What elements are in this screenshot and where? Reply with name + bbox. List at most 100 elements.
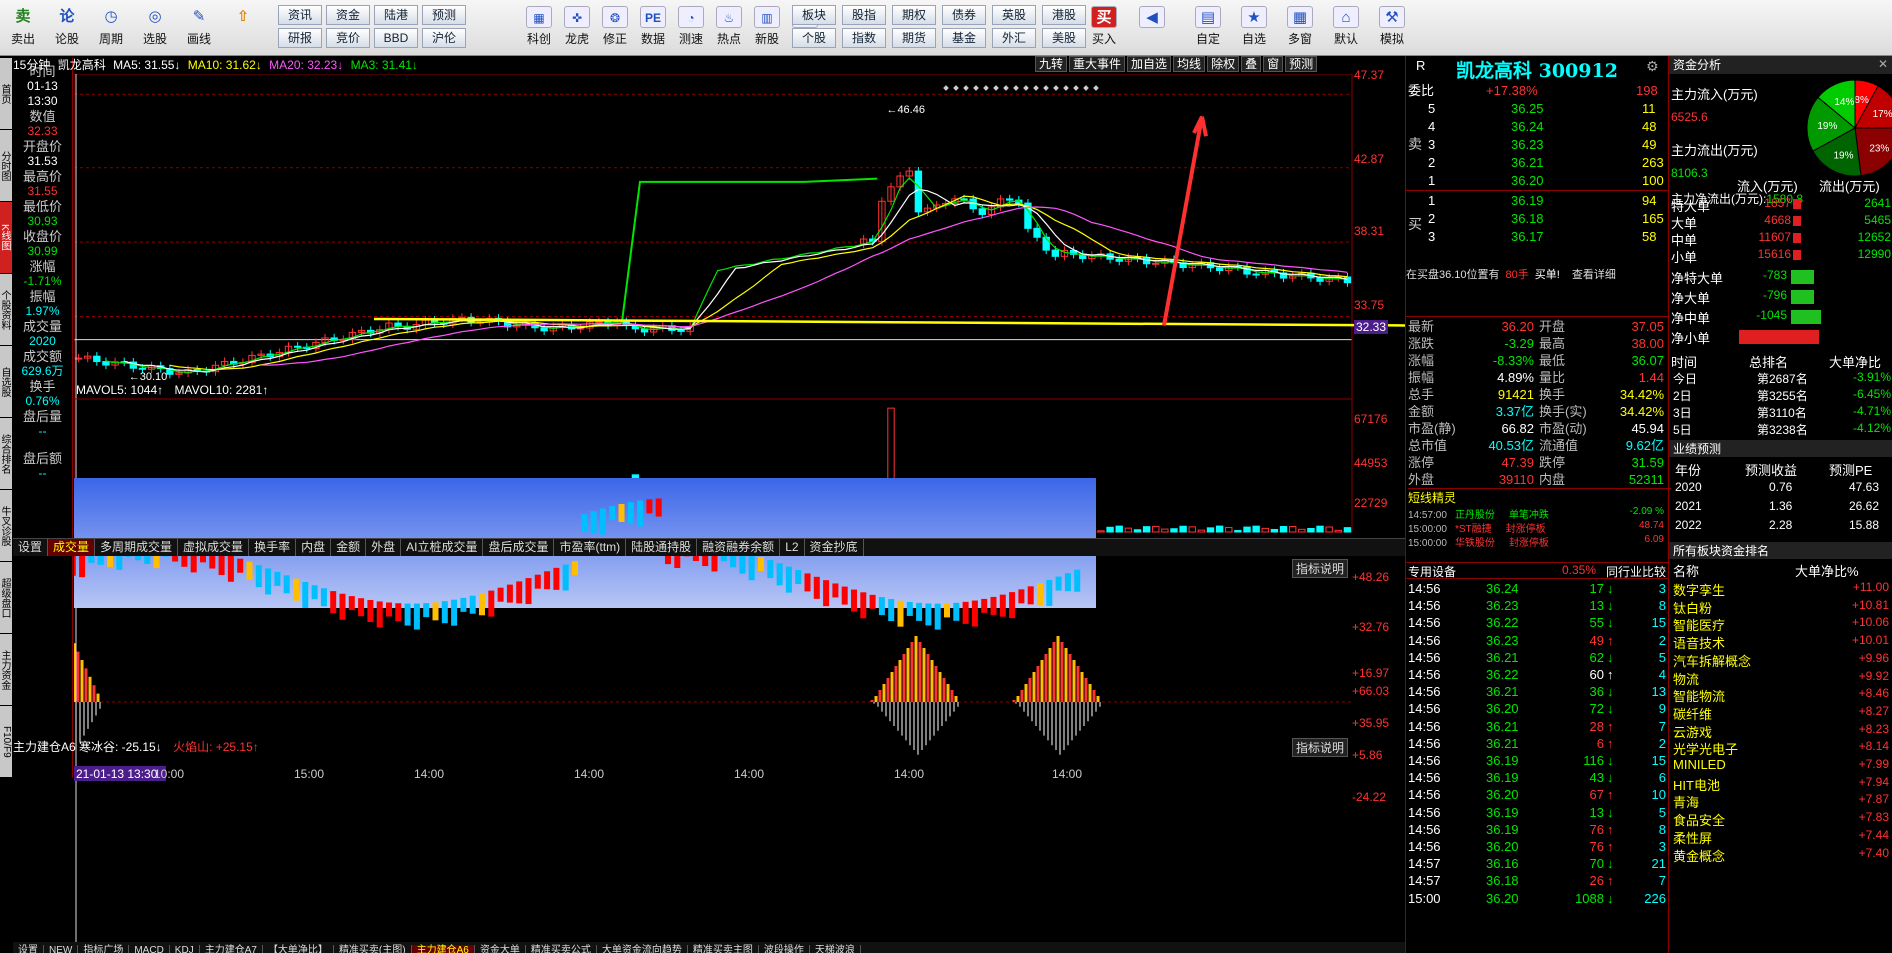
toolbar2-small-2[interactable]: 股指 — [842, 5, 886, 25]
volume-tab-0[interactable]: 设置 — [13, 539, 49, 556]
chart-header-btn-0[interactable]: 九转 — [1035, 56, 1068, 72]
volume-tab-2[interactable]: 多周期成交量 — [95, 539, 179, 556]
toolbar2-button-6[interactable]: ▥ 新股 — [748, 4, 786, 52]
volume-tab-1[interactable]: 成交量 — [48, 539, 96, 556]
left-tab-0[interactable]: 首页 — [0, 58, 12, 130]
toolbar2-button-4[interactable]: ◔ 测速 — [672, 4, 710, 52]
sector-name-8[interactable]: 云游戏 — [1673, 722, 1712, 741]
toolbar3-button-5[interactable]: ⌂ 默认 — [1324, 4, 1368, 52]
chart-header-btn-3[interactable]: 均线 — [1173, 56, 1206, 72]
toolbar2-button-2[interactable]: ❂ 修正 — [596, 4, 634, 52]
sector-name-4[interactable]: 汽车拆解概念 — [1673, 651, 1751, 670]
elves-title[interactable]: 短线精灵 — [1408, 488, 1671, 506]
toolbar2-small-8[interactable]: 英股 — [992, 5, 1036, 25]
period-label[interactable]: 15分钟 — [13, 58, 50, 72]
left-tab-9[interactable]: F10/F9 — [0, 706, 12, 778]
toolbar3-button-2[interactable]: ▤ 自定 — [1186, 4, 1230, 52]
ask-price-1[interactable]: 36.24 — [1511, 118, 1544, 135]
toolbar-small-6[interactable]: 预测 — [422, 5, 466, 25]
footer-tab-7[interactable]: 精准买卖(主图) — [334, 945, 412, 953]
volume-tab-4[interactable]: 换手率 — [249, 539, 297, 556]
indicator2-explain[interactable]: 指标说明 — [1292, 738, 1349, 757]
left-tab-2[interactable]: K线图 — [0, 202, 12, 274]
chart-header-btn-1[interactable]: 重大事件 — [1069, 56, 1126, 72]
left-tab-8[interactable]: 主力资金 — [0, 634, 12, 706]
sector-name-10[interactable]: MINILED — [1673, 757, 1726, 772]
left-tab-1[interactable]: 分时图 — [0, 130, 12, 202]
footer-tab-4[interactable]: KDJ — [170, 945, 200, 953]
toolbar2-small-1[interactable]: 个股 — [792, 28, 836, 48]
sector-name-13[interactable]: 食品安全 — [1673, 810, 1725, 829]
sector-name-5[interactable]: 物流 — [1673, 669, 1699, 688]
sector-name-14[interactable]: 柔性屏 — [1673, 828, 1712, 847]
chart-header-btn-4[interactable]: 除权 — [1207, 56, 1240, 72]
footer-tab-11[interactable]: 大单资金流向趋势 — [597, 945, 688, 953]
sector-name-3[interactable]: 语音技术 — [1673, 633, 1725, 652]
sector-name-15[interactable]: 黄金概念 — [1673, 846, 1725, 865]
toolbar-button-1[interactable]: 论论股 — [48, 4, 86, 52]
toolbar-button-0[interactable]: 卖卖出 — [4, 4, 42, 52]
chart-header-btn-5[interactable]: 叠 — [1241, 56, 1262, 72]
toolbar-small-0[interactable]: 资讯 — [278, 5, 322, 25]
sector-name-6[interactable]: 智能物流 — [1673, 686, 1725, 705]
footer-tab-9[interactable]: 资金大单 — [475, 945, 526, 953]
toolbar-button-2[interactable]: ◷ 周期 — [92, 4, 130, 52]
sector-name-0[interactable]: 数字孪生 — [1673, 580, 1725, 599]
chart-header-btn-6[interactable]: 窗 — [1263, 56, 1284, 72]
toolbar2-small-11[interactable]: 美股 — [1042, 28, 1086, 48]
footer-tab-2[interactable]: 指标广场 — [78, 945, 130, 953]
footer-tab-10[interactable]: 精准买卖公式 — [526, 945, 597, 953]
ask-price-0[interactable]: 36.25 — [1511, 100, 1544, 117]
notice-detail[interactable]: 查看详细 — [1572, 269, 1616, 281]
toolbar3-button-1[interactable]: ◀ — [1130, 4, 1174, 52]
indicator1-explain[interactable]: 指标说明 — [1292, 559, 1349, 578]
sector-name-12[interactable]: 青海 — [1673, 792, 1699, 811]
footer-tab-12[interactable]: 精准买卖主图 — [688, 945, 759, 953]
volume-tab-3[interactable]: 虚拟成交量 — [178, 539, 250, 556]
bid-price-1[interactable]: 36.18 — [1511, 210, 1544, 227]
ask-price-4[interactable]: 36.20 — [1511, 172, 1544, 189]
toolbar2-small-3[interactable]: 指数 — [842, 28, 886, 48]
toolbar-small-4[interactable]: 陆港 — [374, 5, 418, 25]
toolbar-small-1[interactable]: 研报 — [278, 28, 322, 48]
chart-header-btn-7[interactable]: 预测 — [1285, 56, 1318, 72]
toolbar2-small-9[interactable]: 外汇 — [992, 28, 1036, 48]
volume-tab-9[interactable]: 盘后成交量 — [483, 539, 555, 556]
bid-price-0[interactable]: 36.19 — [1511, 192, 1544, 209]
chart-header-btn-2[interactable]: 加自选 — [1127, 56, 1172, 72]
sector-name-1[interactable]: 钛白粉 — [1673, 598, 1712, 617]
fund-close-icon[interactable]: ✕ — [1878, 57, 1888, 71]
volume-tab-11[interactable]: 陆股通持股 — [626, 539, 698, 556]
left-tab-7[interactable]: 超级盘口 — [0, 562, 12, 634]
footer-tab-8[interactable]: 主力建仓A6 — [411, 945, 475, 953]
toolbar-button-5[interactable]: ⇧ — [224, 4, 262, 52]
toolbar-small-2[interactable]: 资金 — [326, 5, 370, 25]
toolbar2-small-0[interactable]: 板块 — [792, 5, 836, 25]
ask-price-3[interactable]: 36.21 — [1511, 154, 1544, 171]
elves-row-0[interactable]: 14:57:00 正丹股份 单笔冲跌 -2.09 % — [1408, 506, 1668, 521]
volume-tab-12[interactable]: 融资融券余额 — [697, 539, 781, 556]
toolbar2-button-0[interactable]: ▦ 科创 — [520, 4, 558, 52]
kline-chart-area[interactable]: ←46.46←30.1011:0021-01-13 13:3010:0015:0… — [74, 74, 1406, 944]
left-tab-5[interactable]: 综合排名 — [0, 418, 12, 490]
elves-row-2[interactable]: 15:00:00 华铁股份 封涨停板 6.09 — [1408, 534, 1668, 549]
toolbar3-button-0[interactable]: 买买入 — [1082, 4, 1126, 52]
elves-row-1[interactable]: 15:00:00 *ST融捷 封涨停板 48.74 — [1408, 520, 1668, 535]
toolbar3-button-6[interactable]: ⚒ 模拟 — [1370, 4, 1414, 52]
ask-price-2[interactable]: 36.23 — [1511, 136, 1544, 153]
toolbar2-small-6[interactable]: 债券 — [942, 5, 986, 25]
left-tab-3[interactable]: 个股资料 — [0, 274, 12, 346]
toolbar2-button-3[interactable]: PE 数据 — [634, 4, 672, 52]
settings-icon[interactable]: ⚙ — [1646, 58, 1659, 75]
left-tab-4[interactable]: 自选股 — [0, 346, 12, 418]
toolbar-small-3[interactable]: 竞价 — [326, 28, 370, 48]
toolbar2-small-10[interactable]: 港股 — [1042, 5, 1086, 25]
quote-r-icon[interactable]: R — [1416, 58, 1425, 73]
footer-tab-5[interactable]: 主力建仓A7 — [200, 945, 263, 953]
sector-name-11[interactable]: HIT电池 — [1673, 775, 1720, 794]
toolbar-button-4[interactable]: ✎ 画线 — [180, 4, 218, 52]
volume-tab-8[interactable]: AI立桩成交量 — [401, 539, 484, 556]
industry-compare[interactable]: 同行业比较 — [1606, 563, 1666, 580]
toolbar3-button-3[interactable]: ★ 自选 — [1232, 4, 1276, 52]
volume-tab-14[interactable]: 资金抄底 — [805, 539, 864, 556]
